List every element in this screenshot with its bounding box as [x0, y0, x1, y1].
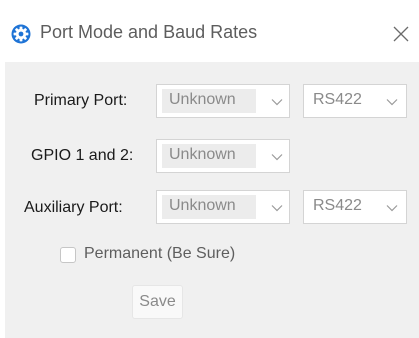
auxiliary-port-mode-value: Unknown	[169, 197, 236, 214]
permanent-checkbox-label[interactable]: Permanent (Be Sure)	[84, 245, 235, 263]
auxiliary-port-mode-select[interactable]: Unknown	[156, 190, 290, 224]
primary-port-mode-value: Unknown	[169, 91, 236, 108]
title-bar: Port Mode and Baud Rates	[0, 0, 419, 62]
dialog-window: Port Mode and Baud Rates Primary Port: U…	[0, 0, 419, 338]
gear-icon	[11, 24, 31, 44]
save-button-label: Save	[139, 293, 176, 310]
chevron-down-icon	[271, 154, 283, 161]
gpio-label: GPIO 1 and 2:	[31, 147, 134, 164]
save-button[interactable]: Save	[132, 285, 183, 319]
auxiliary-port-baud-value: RS422	[313, 197, 362, 214]
chevron-down-icon	[386, 99, 398, 106]
primary-port-label: Primary Port:	[34, 92, 128, 109]
dialog-body: Primary Port: Unknown RS422 GPIO 1 and 2…	[5, 62, 419, 338]
auxiliary-port-baud-select[interactable]: RS422	[303, 190, 407, 224]
window-title: Port Mode and Baud Rates	[40, 22, 258, 42]
close-icon	[393, 26, 409, 42]
primary-port-baud-value: RS422	[313, 91, 362, 108]
permanent-checkbox[interactable]	[60, 247, 76, 263]
primary-port-baud-select[interactable]: RS422	[303, 84, 407, 118]
gpio-mode-select[interactable]: Unknown	[156, 139, 290, 173]
auxiliary-port-label: Auxiliary Port:	[24, 199, 123, 216]
gpio-mode-value: Unknown	[169, 146, 236, 163]
chevron-down-icon	[271, 205, 283, 212]
primary-port-mode-select[interactable]: Unknown	[156, 84, 290, 118]
chevron-down-icon	[271, 99, 283, 106]
chevron-down-icon	[386, 205, 398, 212]
close-button[interactable]	[386, 19, 416, 49]
